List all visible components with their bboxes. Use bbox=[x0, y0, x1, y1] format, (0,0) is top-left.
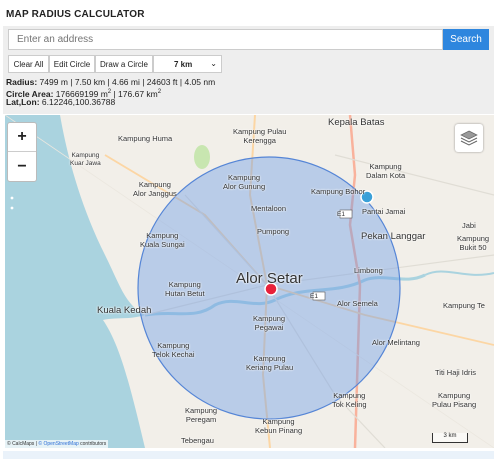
search-button[interactable]: Search bbox=[443, 29, 489, 50]
bottom-panel-edge bbox=[3, 451, 494, 459]
map-dot bbox=[10, 206, 14, 210]
place-label: Kampung Tok Keling bbox=[332, 391, 367, 409]
radius-label: Radius: bbox=[6, 77, 38, 87]
latlon-label: Lat,Lon: bbox=[6, 97, 40, 107]
place-label: Limbong bbox=[354, 266, 383, 275]
clear-all-button[interactable]: Clear All bbox=[8, 55, 49, 73]
place-label-text: Kampung Pegawai bbox=[253, 314, 286, 332]
place-label-text: Kampung Tok Keling bbox=[332, 391, 367, 409]
layers-button[interactable] bbox=[455, 124, 483, 152]
place-label: Kampung Kuar Jawa bbox=[70, 152, 101, 167]
latlon-value: 6.12246,100.36788 bbox=[41, 97, 116, 107]
place-label-text: Kampung Kuar Jawa bbox=[70, 152, 101, 167]
road-label-e1-a: E1 bbox=[337, 211, 345, 218]
place-label: Kampung Te bbox=[443, 301, 485, 310]
layers-icon bbox=[460, 130, 478, 146]
place-label-text: Kampung Telok Kechai bbox=[152, 341, 195, 359]
place-label: Kampung Bukit 50 bbox=[457, 234, 490, 252]
radius-readout: Radius: 7499 m | 7.50 km | 4.66 mi | 246… bbox=[6, 77, 215, 87]
place-label-text: Kampung Hutan Betut bbox=[165, 280, 205, 298]
place-label: Kuala Kedah bbox=[97, 305, 152, 316]
place-label: Pumpong bbox=[257, 227, 290, 236]
radius-select[interactable]: 7 km ⌄ bbox=[153, 55, 222, 73]
attribution-prefix: © CalcMaps | bbox=[7, 441, 39, 447]
place-label-text: Kampung Keriang Pulau bbox=[246, 354, 294, 372]
place-label: Kampung Hutan Betut bbox=[165, 280, 205, 298]
page-title: MAP RADIUS CALCULATOR bbox=[6, 9, 145, 20]
place-label: Kampung Alor Gunung bbox=[223, 173, 266, 191]
place-label: Pekan Langgar bbox=[361, 231, 426, 242]
area-value-km: | 176.67 km bbox=[111, 88, 158, 99]
place-label-text: Kampung Peregam bbox=[185, 406, 218, 424]
zoom-in-button[interactable]: + bbox=[8, 123, 36, 152]
osm-attribution-link[interactable]: © OpenStreetMap bbox=[38, 441, 78, 447]
place-label: Kampung Bohor bbox=[311, 187, 366, 196]
road-label-e1-b: E1 bbox=[310, 293, 318, 300]
map-attribution: © CalcMaps | © OpenStreetMap contributor… bbox=[5, 440, 109, 448]
place-label: Mentaloon bbox=[251, 204, 287, 213]
edit-circle-button[interactable]: Edit Circle bbox=[49, 55, 95, 73]
place-label: Kampung Kuala Sungai bbox=[140, 231, 185, 249]
place-label: Kampung Kebun Pinang bbox=[255, 417, 303, 435]
place-label-text: Kampung Bukit 50 bbox=[457, 234, 490, 252]
place-label: Kampung Peregam bbox=[185, 406, 218, 424]
attribution-suffix: contributors bbox=[78, 441, 107, 447]
city-label: Alor Setar bbox=[236, 270, 303, 287]
zoom-control: + − bbox=[7, 122, 37, 182]
place-label-text: Kampung Alor Janggus bbox=[133, 180, 177, 198]
place-label: Kampung Telok Kechai bbox=[152, 341, 195, 359]
place-label-text: Kampung Dalam Kota bbox=[366, 162, 406, 180]
place-label: Kampung Alor Janggus bbox=[133, 180, 177, 198]
area-exponent-km: 2 bbox=[157, 89, 162, 95]
place-label: Pantai Jamai bbox=[362, 207, 406, 216]
place-label: Titi Haji Idris bbox=[435, 368, 476, 377]
place-label: Kampung Pulau Kerengga bbox=[233, 127, 287, 145]
place-label: Kampung Huma bbox=[118, 134, 173, 143]
place-label: Alor Semela bbox=[337, 299, 378, 308]
place-label-text: Kampung Pulau Pisang bbox=[432, 391, 477, 409]
place-label: Kampung Pulau Pisang bbox=[432, 391, 477, 409]
place-label: Kampung Dalam Kota bbox=[366, 162, 406, 180]
draw-circle-button[interactable]: Draw a Circle bbox=[95, 55, 153, 73]
place-label-text: Kampung Kebun Pinang bbox=[255, 417, 303, 435]
chevron-down-icon: ⌄ bbox=[210, 59, 217, 68]
place-label: Kampung Pegawai bbox=[253, 314, 286, 332]
place-label-text: Kampung Alor Gunung bbox=[223, 173, 266, 191]
place-label-text: Kampung Kuala Sungai bbox=[140, 231, 185, 249]
map-dot bbox=[10, 196, 14, 200]
map-scale-bar: 3 km bbox=[432, 433, 468, 443]
place-label-text: Kampung Pulau Kerengga bbox=[233, 127, 287, 145]
place-label: Jabi bbox=[462, 221, 476, 230]
radius-select-value: 7 km bbox=[174, 59, 193, 69]
place-label: Alor Melintang bbox=[372, 338, 420, 347]
address-search-input[interactable] bbox=[8, 29, 443, 50]
park-area bbox=[194, 145, 210, 169]
zoom-out-button[interactable]: − bbox=[8, 152, 36, 181]
latlon-readout: Lat,Lon: 6.12246,100.36788 bbox=[6, 97, 115, 107]
place-label: Tebengau bbox=[181, 436, 214, 445]
river-east bbox=[424, 270, 494, 276]
place-label: Kepala Batas bbox=[328, 117, 385, 128]
map-canvas[interactable]: E1 E1 Kepala Batas Kampung Huma Kampung … bbox=[5, 115, 494, 448]
radius-value: 7499 m | 7.50 km | 4.66 mi | 24603 ft | … bbox=[39, 77, 216, 87]
place-label: Kampung Keriang Pulau bbox=[246, 354, 294, 372]
